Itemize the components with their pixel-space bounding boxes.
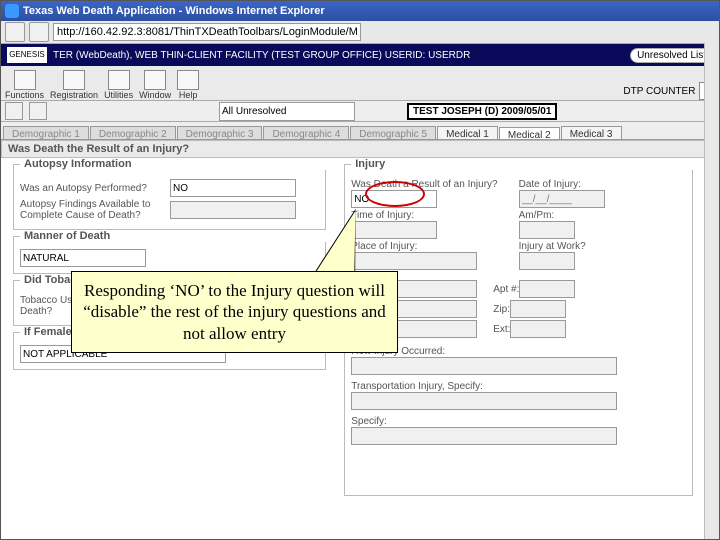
- url-input[interactable]: [53, 23, 361, 41]
- autopsy-performed-label: Was an Autopsy Performed?: [20, 183, 170, 194]
- injury-transport-input[interactable]: [351, 392, 617, 410]
- autopsy-findings-input[interactable]: [170, 201, 296, 219]
- unresolved-list-button[interactable]: Unresolved List: [630, 48, 713, 63]
- toolbar-item-functions[interactable]: Functions: [5, 70, 44, 100]
- highlight-oval: [365, 181, 425, 207]
- autopsy-fieldset: Autopsy Information Was an Autopsy Perfo…: [13, 164, 326, 230]
- window-icon: [144, 70, 166, 90]
- injury-transport-label: Transportation Injury, Specify:: [351, 381, 686, 392]
- injury-how-input[interactable]: [351, 357, 617, 375]
- injury-legend: Injury: [351, 158, 698, 170]
- app-status-text: TER (WebDeath), WEB THIN-CLIENT FACILITY…: [53, 50, 470, 61]
- main-toolbar: Functions Registration Utilities Window …: [1, 66, 719, 101]
- injury-zip-input[interactable]: [510, 300, 566, 318]
- injury-zip-label: Zip:: [493, 304, 510, 315]
- current-record-box: TEST JOSEPH (D) 2009/05/01: [407, 103, 557, 120]
- manner-of-death-input[interactable]: [20, 249, 146, 267]
- toolbar-item-help[interactable]: Help: [177, 70, 199, 100]
- annotation-callout: Responding ‘NO’ to the Injury question w…: [71, 271, 398, 353]
- injury-ampm-label: Am/Pm:: [519, 210, 686, 221]
- manner-of-death-fieldset: Manner of Death: [13, 236, 326, 274]
- injury-date-input[interactable]: [519, 190, 605, 208]
- injury-time-input[interactable]: [351, 221, 437, 239]
- page-title: Was Death the Result of an Injury?: [1, 140, 705, 158]
- injury-work-label: Injury at Work?: [519, 241, 686, 252]
- injury-specify-label: Specify:: [351, 416, 686, 427]
- injury-ext-input[interactable]: [510, 320, 566, 338]
- record-next-button[interactable]: [29, 102, 47, 120]
- nav-back-button[interactable]: [5, 22, 25, 42]
- toolbar-item-utilities[interactable]: Utilities: [104, 70, 133, 100]
- injury-time-label: Time of Injury:: [351, 210, 518, 221]
- nav-forward-button[interactable]: [29, 22, 49, 42]
- injury-place-input[interactable]: [351, 252, 477, 270]
- injury-specify-input[interactable]: [351, 427, 617, 445]
- ie-icon: [5, 4, 19, 18]
- dtp-counter-label: DTP COUNTER: [623, 86, 695, 97]
- autopsy-legend: Autopsy Information: [20, 158, 331, 170]
- sub-toolbar: TEST JOSEPH (D) 2009/05/01: [1, 101, 719, 122]
- window-title: Texas Web Death Application - Windows In…: [23, 5, 325, 17]
- functions-icon: [14, 70, 36, 90]
- manner-legend: Manner of Death: [20, 230, 331, 242]
- utilities-icon: [108, 70, 130, 90]
- injury-work-input[interactable]: [519, 252, 575, 270]
- injury-how-label: How Injury Occurred:: [351, 346, 686, 357]
- help-icon: [177, 70, 199, 90]
- genesis-logo: GENESIS: [7, 47, 47, 63]
- autopsy-findings-label: Autopsy Findings Available to Complete C…: [20, 199, 170, 221]
- record-prev-button[interactable]: [5, 102, 23, 120]
- injury-date-label: Date of Injury:: [519, 179, 686, 190]
- window-titlebar: Texas Web Death Application - Windows In…: [1, 1, 719, 21]
- vertical-scrollbar[interactable]: [704, 43, 719, 539]
- toolbar-item-window[interactable]: Window: [139, 70, 171, 100]
- registration-icon: [63, 70, 85, 90]
- injury-apt-input[interactable]: [519, 280, 575, 298]
- injury-ext-label: Ext:: [493, 324, 510, 335]
- filter-select[interactable]: [219, 102, 355, 121]
- browser-window: Texas Web Death Application - Windows In…: [0, 0, 720, 540]
- injury-place-label: Place of Injury:: [351, 241, 518, 252]
- injury-apt-label: Apt #:: [493, 284, 519, 295]
- autopsy-performed-input[interactable]: [170, 179, 296, 197]
- toolbar-item-registration[interactable]: Registration: [50, 70, 98, 100]
- injury-ampm-input[interactable]: [519, 221, 575, 239]
- app-status-bar: GENESIS TER (WebDeath), WEB THIN-CLIENT …: [1, 44, 719, 66]
- address-bar: [1, 21, 719, 44]
